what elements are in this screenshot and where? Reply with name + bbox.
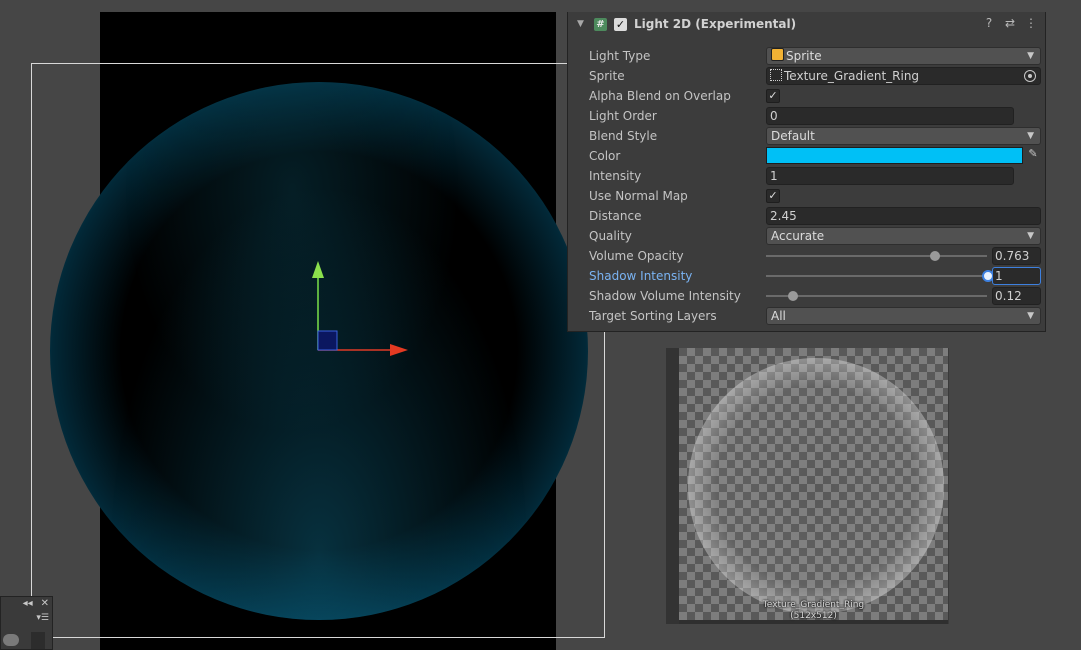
- foldout-arrow-icon[interactable]: ▼: [577, 19, 591, 29]
- move-gizmo[interactable]: [300, 255, 420, 365]
- component-enabled-checkbox[interactable]: ✓: [614, 17, 627, 31]
- shadow-volume-intensity-label: Shadow Volume Intensity: [589, 289, 741, 303]
- intensity-field[interactable]: 1: [766, 167, 1014, 185]
- light-type-dropdown[interactable]: Sprite ▼: [766, 47, 1041, 65]
- mini-overlay-panel: ◂◂ ✕ ▾☰: [0, 596, 53, 650]
- sprite-value: Texture_Gradient_Ring: [784, 69, 920, 83]
- light-order-field[interactable]: 0: [766, 107, 1014, 125]
- volume-opacity-label: Volume Opacity: [589, 249, 684, 263]
- collapse-icon[interactable]: ◂◂: [23, 598, 33, 609]
- inspector-panel: ▼ # ✓ Light 2D (Experimental) ? ⇄ ⋮ Ligh…: [567, 12, 1046, 332]
- alpha-blend-label: Alpha Blend on Overlap: [589, 89, 731, 103]
- shadow-volume-intensity-row: Shadow Volume Intensity 0.12: [589, 286, 1041, 306]
- use-normal-map-label: Use Normal Map: [589, 189, 688, 203]
- shadow-volume-intensity-slider[interactable]: [766, 291, 987, 301]
- volume-opacity-slider[interactable]: [766, 251, 987, 261]
- eyedropper-icon[interactable]: ✎: [1025, 147, 1041, 164]
- x-axis-arrow[interactable]: [390, 344, 408, 356]
- intensity-label: Intensity: [589, 169, 642, 183]
- color-swatch[interactable]: [766, 147, 1023, 164]
- color-row: Color ✎: [589, 146, 1041, 166]
- distance-row: Distance 2.45: [589, 206, 1041, 226]
- blend-style-row: Blend Style Default ▼: [589, 126, 1041, 146]
- shadow-intensity-field[interactable]: 1: [992, 267, 1041, 285]
- light-order-row: Light Order 0: [589, 106, 1041, 126]
- toggle-switch[interactable]: [3, 634, 19, 646]
- volume-opacity-field[interactable]: 0.763: [992, 247, 1041, 265]
- blend-style-label: Blend Style: [589, 129, 658, 143]
- gradient-ring-preview-image: [688, 358, 944, 614]
- preview-sidebar: [666, 348, 679, 624]
- light-type-row: Light Type Sprite ▼: [589, 46, 1041, 66]
- chevron-down-icon: ▼: [1027, 231, 1034, 241]
- light-type-value: Sprite: [786, 49, 822, 63]
- component-title: Light 2D (Experimental): [634, 17, 797, 31]
- sprite-object-field[interactable]: Texture_Gradient_Ring: [766, 67, 1041, 85]
- target-sorting-layers-dropdown[interactable]: All ▼: [766, 307, 1041, 325]
- distance-label: Distance: [589, 209, 642, 223]
- chevron-down-icon: ▼: [1027, 311, 1034, 321]
- texture-icon: [770, 69, 782, 81]
- light-type-label: Light Type: [589, 49, 651, 63]
- object-picker-icon[interactable]: [1024, 70, 1036, 82]
- y-axis-arrow[interactable]: [312, 261, 324, 278]
- alpha-blend-row: Alpha Blend on Overlap ✓: [589, 86, 1041, 106]
- shadow-volume-intensity-field[interactable]: 0.12: [992, 287, 1041, 305]
- shadow-intensity-label: Shadow Intensity: [589, 269, 693, 283]
- close-icon[interactable]: ✕: [41, 598, 49, 609]
- help-icon[interactable]: ?: [983, 16, 995, 30]
- script-icon: #: [594, 17, 607, 31]
- xy-plane-handle[interactable]: [317, 330, 338, 351]
- sprite-icon: [771, 48, 784, 61]
- light-order-label: Light Order: [589, 109, 657, 123]
- volume-opacity-slider-thumb[interactable]: [929, 251, 940, 261]
- quality-value: Accurate: [771, 229, 825, 243]
- chevron-down-icon: ▼: [1027, 131, 1034, 141]
- quality-label: Quality: [589, 229, 632, 243]
- panel-tab[interactable]: [31, 632, 45, 649]
- preview-texture-size: (512x512): [790, 611, 837, 621]
- target-sorting-layers-label: Target Sorting Layers: [589, 309, 717, 323]
- kebab-menu-icon[interactable]: ⋮: [1025, 16, 1037, 30]
- color-label: Color: [589, 149, 621, 163]
- use-normal-map-row: Use Normal Map ✓: [589, 186, 1041, 206]
- shadow-intensity-slider[interactable]: [766, 270, 994, 282]
- blend-style-dropdown[interactable]: Default ▼: [766, 127, 1041, 145]
- quality-row: Quality Accurate ▼: [589, 226, 1041, 246]
- quality-dropdown[interactable]: Accurate ▼: [766, 227, 1041, 245]
- alpha-blend-checkbox[interactable]: ✓: [766, 89, 780, 103]
- shadow-volume-intensity-slider-thumb[interactable]: [787, 291, 798, 301]
- chevron-down-icon: ▼: [1027, 51, 1034, 61]
- sprite-row: Sprite Texture_Gradient_Ring: [589, 66, 1041, 86]
- target-sorting-layers-row: Target Sorting Layers All ▼: [589, 306, 1041, 326]
- shadow-intensity-row: Shadow Intensity 1: [589, 266, 1041, 286]
- target-sorting-layers-value: All: [771, 309, 786, 323]
- use-normal-map-checkbox[interactable]: ✓: [766, 189, 780, 203]
- distance-field[interactable]: 2.45: [766, 207, 1041, 225]
- blend-style-value: Default: [771, 129, 815, 143]
- texture-preview: Texture_Gradient_Ring (512x512): [666, 348, 949, 624]
- component-header[interactable]: ▼ # ✓ Light 2D (Experimental) ? ⇄ ⋮: [568, 12, 1045, 36]
- sprite-label: Sprite: [589, 69, 625, 83]
- intensity-row: Intensity 1: [589, 166, 1041, 186]
- menu-icon[interactable]: ▾☰: [36, 613, 49, 623]
- preview-texture-name: Texture_Gradient_Ring: [762, 600, 865, 610]
- volume-opacity-row: Volume Opacity 0.763: [589, 246, 1041, 266]
- preset-icon[interactable]: ⇄: [1004, 16, 1016, 30]
